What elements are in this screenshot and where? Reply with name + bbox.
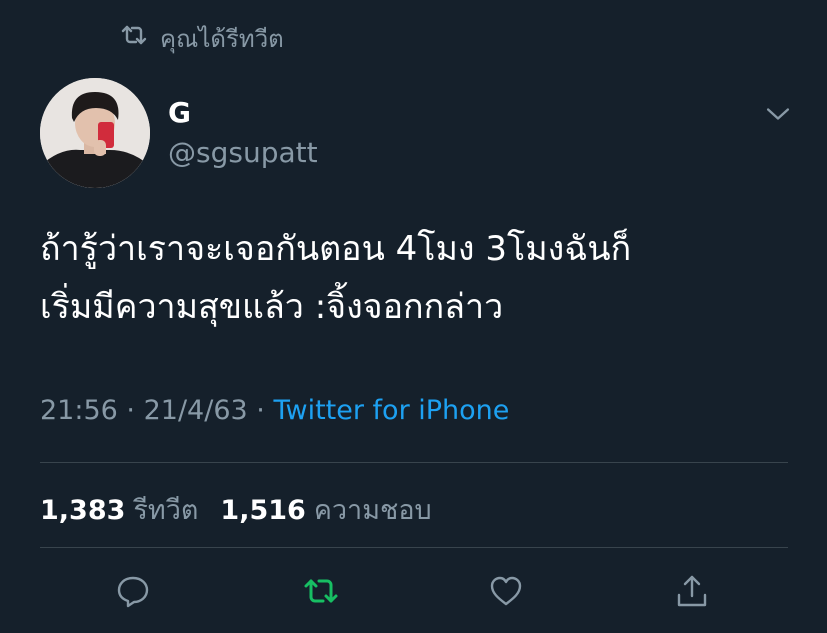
tweet-source-link[interactable]: Twitter for iPhone bbox=[273, 395, 509, 426]
retweet-icon bbox=[120, 21, 160, 55]
meta-separator: · bbox=[126, 395, 135, 426]
tweet-meta: 21:56 · 21/4/63 · Twitter for iPhone bbox=[40, 395, 509, 426]
heart-icon bbox=[488, 573, 524, 613]
chevron-down-icon bbox=[764, 105, 792, 127]
likes-label[interactable]: ความชอบ bbox=[314, 488, 432, 531]
share-button[interactable] bbox=[672, 573, 712, 613]
retweets-count[interactable]: 1,383 bbox=[40, 495, 125, 526]
retweet-context-text: คุณได้รีทวีต bbox=[160, 24, 284, 53]
tweet-time: 21:56 bbox=[40, 395, 118, 426]
retweets-label[interactable]: รีทวีต bbox=[133, 488, 198, 531]
retweet-button[interactable] bbox=[301, 573, 341, 613]
likes-count[interactable]: 1,516 bbox=[220, 495, 305, 526]
retweet-context: คุณได้รีทวีต bbox=[120, 22, 284, 54]
reply-button[interactable] bbox=[113, 573, 153, 613]
more-options-button[interactable] bbox=[760, 98, 796, 134]
author-handle[interactable]: @sgsupatt bbox=[168, 136, 318, 169]
tweet-stats: 1,383 รีทวีต 1,516 ความชอบ bbox=[40, 488, 432, 531]
meta-separator-2: · bbox=[256, 395, 265, 426]
tweet-text: ถ้ารู้ว่าเราจะเจอกันตอน 4โมง 3โมงฉันก็ เ… bbox=[40, 229, 632, 327]
divider bbox=[40, 462, 788, 463]
tweet-date: 21/4/63 bbox=[143, 395, 248, 426]
author-display-name[interactable]: G bbox=[168, 96, 191, 129]
divider bbox=[40, 547, 788, 548]
like-button[interactable] bbox=[486, 573, 526, 613]
reply-icon bbox=[115, 573, 151, 613]
share-icon bbox=[674, 573, 710, 613]
retweet-icon bbox=[303, 573, 339, 613]
avatar[interactable] bbox=[40, 78, 150, 188]
tweet-actions bbox=[0, 573, 827, 613]
